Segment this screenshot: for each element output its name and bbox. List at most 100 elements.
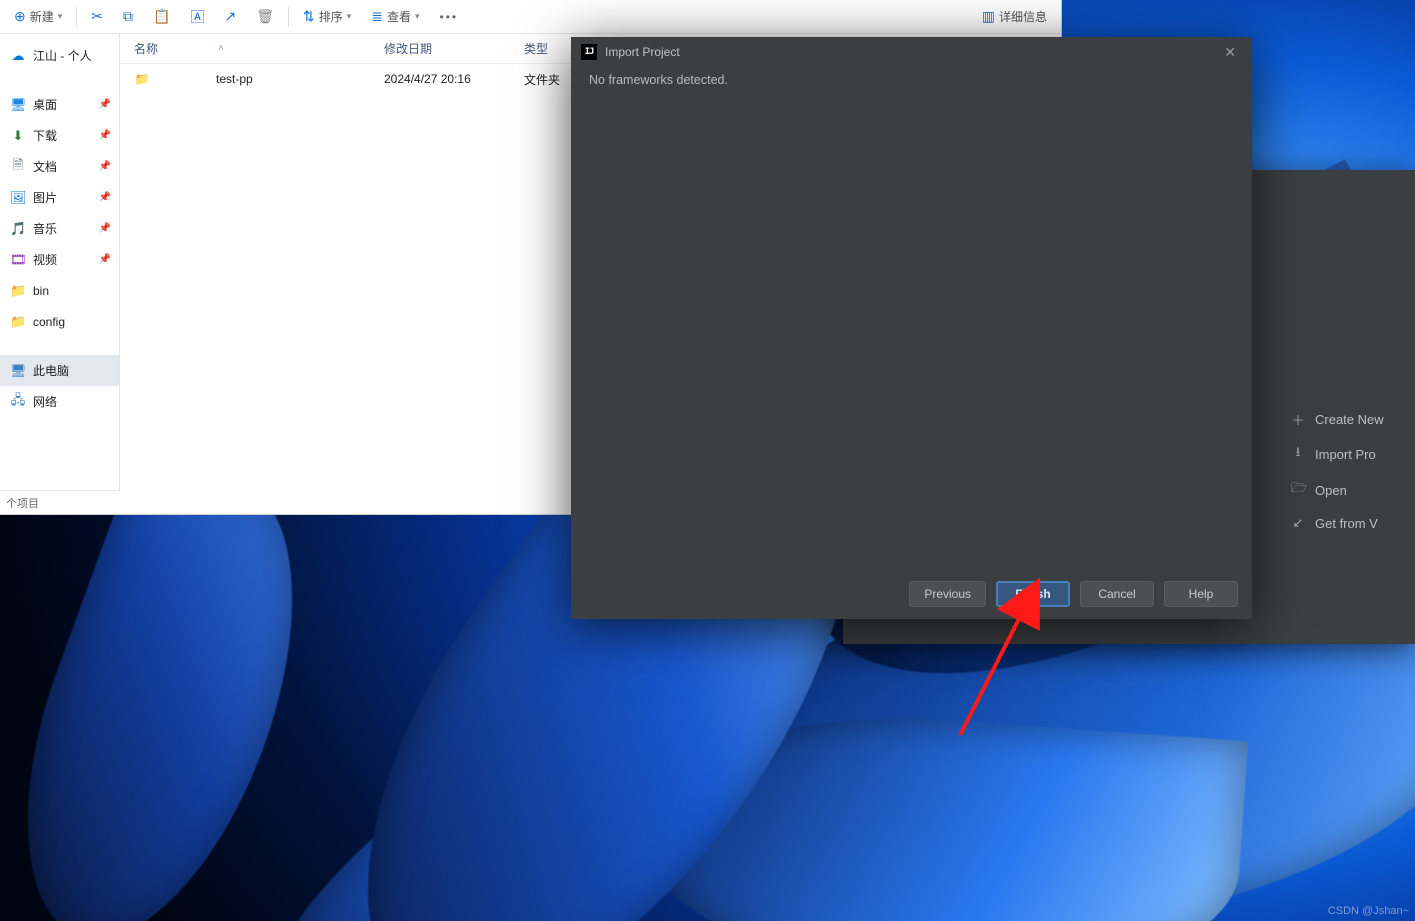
sidebar-item-label: config (33, 315, 111, 329)
create-new-project[interactable]: ＋Create New (1291, 410, 1384, 429)
new-button-label: 新建 (30, 8, 54, 25)
close-icon[interactable]: ✕ (1218, 42, 1242, 63)
import-project[interactable]: ⭳ Import Pro (1291, 443, 1376, 465)
share-button[interactable]: ↗ (214, 0, 246, 33)
copy-icon: ⧉ (123, 8, 133, 25)
document-icon: 🗎 (10, 156, 26, 178)
import-icon: ⭳ (1291, 443, 1305, 465)
sidebar-this-pc[interactable]: 🖥 此电脑 (0, 355, 119, 386)
sidebar-item-label: 桌面 (33, 96, 92, 113)
vcs-label: Get from V (1315, 516, 1378, 531)
download-icon: ⬇ (10, 128, 26, 144)
explorer-statusbar: 个项目 (0, 490, 120, 514)
view-button-label: 查看 (387, 8, 411, 25)
pin-icon: 📌 (99, 130, 111, 141)
sidebar-item-picture[interactable]: 🖼 图片 📌 (0, 182, 119, 213)
get-from-vcs[interactable]: ↙ Get from V (1291, 515, 1378, 531)
column-date-label: 修改日期 (384, 42, 432, 56)
column-name-label: 名称 (134, 40, 158, 57)
folder-icon: 📁 (10, 283, 26, 299)
pin-icon: 📌 (99, 254, 111, 265)
details-pane-button[interactable]: ▥ 详细信息 (972, 0, 1057, 33)
pin-icon: 📌 (99, 223, 111, 234)
sidebar-onedrive-header[interactable]: ☁ 江山 - 个人 (0, 40, 119, 71)
item-count-label: 个项目 (6, 495, 39, 511)
sidebar-section-label: 江山 - 个人 (33, 47, 111, 64)
plus-circle-icon: ⊕ (14, 8, 26, 25)
column-name[interactable]: 名称 ˄ (120, 40, 370, 57)
sort-button-label: 排序 (319, 8, 343, 25)
delete-button[interactable]: 🗑 (246, 0, 284, 33)
chevron-down-icon: ▾ (415, 11, 420, 22)
folder-icon: 📁 (10, 314, 26, 330)
cut-icon: ✂ (91, 8, 103, 25)
sidebar-item-music[interactable]: 🎵 音乐 📌 (0, 213, 119, 244)
sort-asc-icon: ˄ (218, 43, 224, 54)
import-project-dialog: IJ Import Project ✕ No frameworks detect… (571, 37, 1252, 619)
view-button[interactable]: ≣ 查看 ▾ (361, 0, 429, 33)
cut-button[interactable]: ✂ (81, 0, 113, 33)
sidebar-item-label: 音乐 (33, 220, 92, 237)
sidebar-item-label: 下载 (33, 127, 92, 144)
trash-icon: 🗑 (256, 8, 274, 25)
vcs-icon: ↙ (1291, 515, 1305, 531)
cloud-icon: ☁ (10, 48, 26, 64)
video-icon: 🎞 (10, 252, 26, 268)
network-label: 网络 (33, 393, 111, 410)
sidebar-item-folder[interactable]: 📁 config (0, 306, 119, 337)
music-icon: 🎵 (10, 221, 26, 237)
explorer-sidebar: ☁ 江山 - 个人 🖥桌面📌⬇下载📌🗎文档📌🖼图片📌🎵音乐📌🎞视频📌📁bin📁c… (0, 34, 120, 514)
explorer-toolbar: ⊕ 新建 ▾ ✂ ⧉ 📋 🄰 ↗ 🗑 ⇅ 排序 ▾ ≣ 查看 ▾ ••• ▥ 详… (0, 0, 1061, 34)
open-project[interactable]: 🗁Open (1291, 479, 1347, 501)
dialog-message: No frameworks detected. (589, 73, 728, 87)
file-name: test-pp (216, 72, 253, 86)
view-icon: ≣ (371, 8, 383, 25)
picture-icon: 🖼 (10, 190, 26, 206)
sidebar-item-label: 文档 (33, 158, 92, 175)
share-icon: ↗ (224, 8, 236, 25)
sidebar-item-folder[interactable]: 📁 bin (0, 275, 119, 306)
import-label: Import Pro (1315, 447, 1376, 462)
sidebar-network[interactable]: 🖧 网络 (0, 386, 119, 417)
sidebar-item-label: bin (33, 284, 111, 298)
sidebar-item-label: 视频 (33, 251, 92, 268)
column-date[interactable]: 修改日期 (370, 40, 510, 57)
new-button[interactable]: ⊕ 新建 ▾ (4, 0, 72, 33)
sidebar-item-document[interactable]: 🗎文档📌 (0, 151, 119, 182)
chevron-down-icon: ▾ (347, 11, 352, 22)
create-label: Create New (1315, 412, 1384, 427)
column-type-label: 类型 (524, 42, 548, 56)
dialog-footer: Previous Finish Cancel Help (571, 569, 1252, 619)
sidebar-item-download[interactable]: ⬇ 下载 📌 (0, 120, 119, 151)
dialog-titlebar: IJ Import Project ✕ (571, 37, 1252, 67)
toolbar-separator (76, 7, 77, 27)
details-pane-icon: ▥ (982, 8, 995, 25)
intellij-small-icon: IJ (581, 44, 597, 60)
sidebar-item-video[interactable]: 🎞 视频 📌 (0, 244, 119, 275)
copy-button[interactable]: ⧉ (113, 0, 143, 33)
this-pc-label: 此电脑 (33, 362, 111, 379)
more-icon: ••• (440, 10, 459, 24)
network-icon: 🖧 (10, 391, 26, 413)
paste-icon: 📋 (153, 8, 170, 25)
previous-button[interactable]: Previous (909, 581, 986, 607)
watermark-text: CSDN @Jshan~ (1328, 905, 1409, 917)
pin-icon: 📌 (99, 192, 111, 203)
dialog-title: Import Project (605, 45, 680, 59)
paste-button[interactable]: 📋 (143, 0, 180, 33)
sidebar-item-desktop[interactable]: 🖥桌面📌 (0, 89, 119, 120)
monitor-icon: 🖥 (10, 363, 26, 379)
folder-open-icon: 🗁 (1291, 479, 1305, 501)
folder-icon: 📁 (134, 72, 150, 86)
desktop-icon: 🖥 (10, 97, 26, 113)
sort-button[interactable]: ⇅ 排序 ▾ (293, 0, 361, 33)
help-button[interactable]: Help (1164, 581, 1238, 607)
sidebar-item-label: 图片 (33, 189, 92, 206)
cancel-button[interactable]: Cancel (1080, 581, 1154, 607)
toolbar-separator (288, 7, 289, 27)
dialog-body: No frameworks detected. (571, 67, 1252, 569)
more-button[interactable]: ••• (430, 0, 469, 33)
rename-icon: 🄰 (190, 7, 204, 27)
finish-button[interactable]: Finish (996, 581, 1070, 607)
rename-button[interactable]: 🄰 (180, 0, 214, 33)
